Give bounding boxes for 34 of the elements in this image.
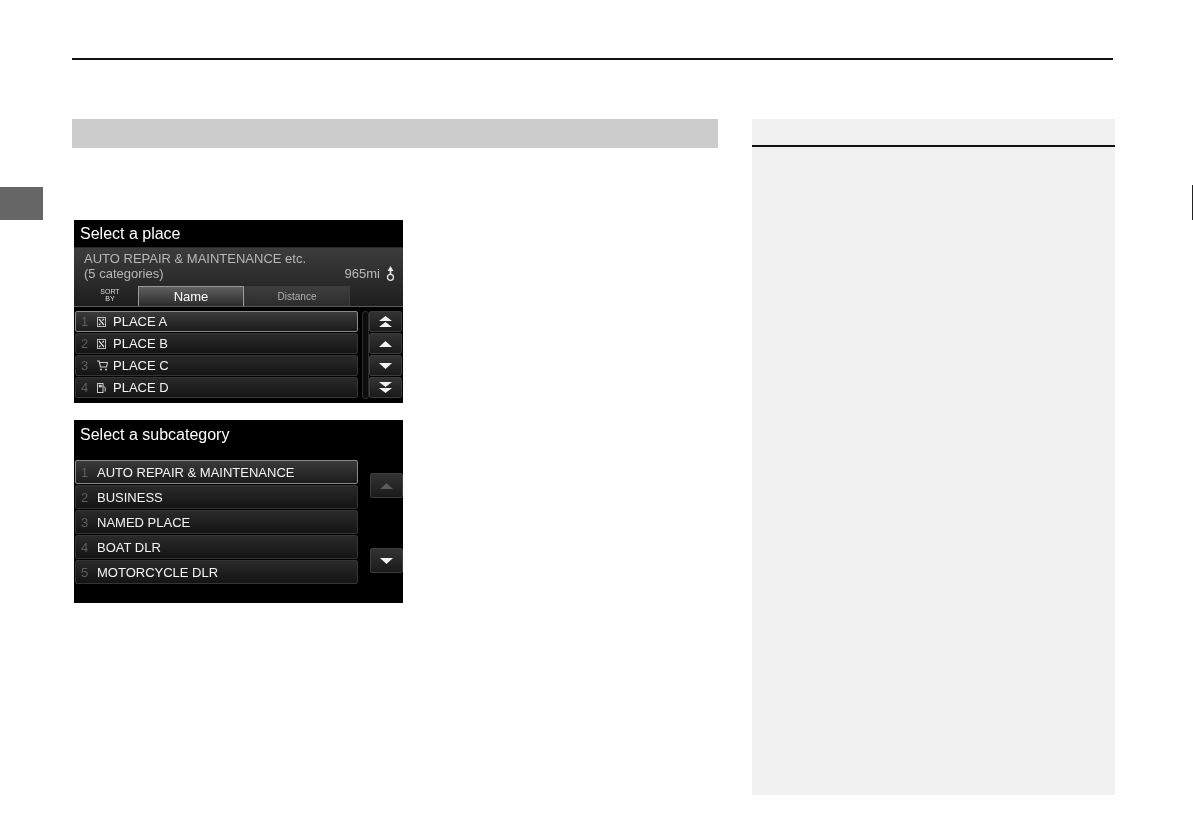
scroll-down-button[interactable] [369, 355, 402, 376]
section-marker-block [0, 187, 43, 220]
crossed-square-icon [97, 338, 106, 349]
screen-title: Select a place [80, 224, 181, 243]
list-item[interactable]: 3 NAMED PLACE [75, 510, 358, 534]
list-item[interactable]: 2 BUSINESS [75, 485, 358, 509]
sort-tab[interactable]: Name [138, 286, 244, 306]
double-down-triangle-icon [379, 381, 392, 394]
scrollbar[interactable] [362, 311, 369, 399]
sort-tab[interactable]: Distance [244, 286, 350, 306]
up-triangle-icon [380, 482, 393, 489]
double-up-triangle-icon [379, 315, 392, 328]
down-triangle-icon [380, 557, 393, 564]
page-up-button[interactable] [369, 311, 402, 332]
list-item[interactable]: 1 AUTO REPAIR & MAINTENANCE [75, 460, 358, 484]
fuel-pump-icon [97, 382, 106, 393]
down-triangle-icon [379, 362, 392, 369]
crossed-square-icon [97, 316, 106, 327]
list-item[interactable]: 2 PLACE B [75, 333, 358, 354]
list-item[interactable]: 4 BOAT DLR [75, 535, 358, 559]
scroll-up-button[interactable] [369, 333, 402, 354]
list-item[interactable]: 5 MOTORCYCLE DLR [75, 560, 358, 584]
cart-icon [97, 360, 108, 371]
up-triangle-icon [379, 340, 392, 347]
list-item[interactable]: 4 PLACE D [75, 377, 358, 398]
category-count: (5 categories) [84, 266, 164, 281]
arrow-circle-icon [386, 266, 395, 281]
page-down-button[interactable] [369, 377, 402, 398]
screen-title: Select a subcategory [80, 426, 230, 444]
list-item[interactable]: 1 PLACE A [75, 311, 358, 332]
scroll-down-button[interactable] [370, 548, 403, 573]
list-item[interactable]: 3 PLACE C [75, 355, 358, 376]
distance-text: 965mi [344, 266, 380, 281]
category-summary: AUTO REPAIR & MAINTENANCE etc. [84, 251, 306, 266]
